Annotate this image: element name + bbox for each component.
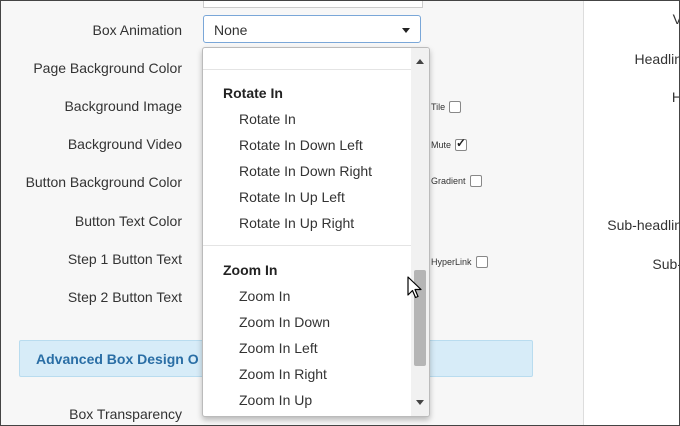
tile-checkbox[interactable] xyxy=(449,101,462,113)
gradient-label: Gradient xyxy=(431,176,466,186)
group-zoom-in: Zoom In xyxy=(223,262,278,278)
dropdown-separator xyxy=(203,245,411,246)
page-bg-color-label: Page Background Color xyxy=(33,60,182,76)
tile-option: Tile xyxy=(431,101,462,113)
option-zoom-in-left[interactable]: Zoom In Left xyxy=(239,340,318,356)
box-animation-label: Box Animation xyxy=(92,22,183,38)
option-rotate-in-down-left[interactable]: Rotate In Down Left xyxy=(239,137,363,153)
bg-image-label: Background Image xyxy=(64,98,182,114)
bg-video-label: Background Video xyxy=(67,136,182,152)
dropdown-options: Rotate In Rotate In Rotate In Down Left … xyxy=(203,48,411,416)
option-rotate-in-up-left[interactable]: Rotate In Up Left xyxy=(239,189,345,205)
hyperlink-checkbox[interactable] xyxy=(475,256,488,268)
mute-label: Mute xyxy=(431,140,452,150)
tile-label: Tile xyxy=(431,102,446,112)
right-label-2: H xyxy=(672,89,679,105)
app-frame: Box Animation None Page Background Color… xyxy=(0,0,680,426)
advanced-section-title: Advanced Box Design O xyxy=(36,351,199,367)
animation-dropdown-list[interactable]: Rotate In Rotate In Rotate In Down Left … xyxy=(202,47,430,417)
step2-button-text-label: Step 2 Button Text xyxy=(67,289,182,305)
option-zoom-in-right[interactable]: Zoom In Right xyxy=(239,366,327,382)
option-rotate-in[interactable]: Rotate In xyxy=(239,111,296,127)
right-panel: V Headlin H Sub-headlin Sub- xyxy=(583,1,680,425)
scroll-up-icon[interactable] xyxy=(416,59,424,64)
group-rotate-in: Rotate In xyxy=(223,85,283,101)
option-zoom-in[interactable]: Zoom In xyxy=(239,288,290,304)
right-label-0: V xyxy=(673,11,679,27)
option-zoom-in-up[interactable]: Zoom In Up xyxy=(239,392,312,408)
gradient-checkbox[interactable] xyxy=(469,175,482,187)
mouse-pointer-icon xyxy=(407,276,423,305)
button-text-color-label: Button Text Color xyxy=(74,213,182,229)
mute-option: Mute xyxy=(431,136,468,151)
dropdown-separator xyxy=(203,69,411,70)
scroll-down-icon[interactable] xyxy=(416,400,424,405)
box-animation-value: None xyxy=(214,22,248,38)
option-rotate-in-down-right[interactable]: Rotate In Down Right xyxy=(239,163,372,179)
option-zoom-in-down[interactable]: Zoom In Down xyxy=(239,314,330,330)
right-label-3: Sub-headlin xyxy=(607,217,680,233)
caret-down-icon xyxy=(402,28,410,33)
mute-checkbox[interactable] xyxy=(455,136,468,151)
hyperlink-option: HyperLink xyxy=(431,256,488,268)
gradient-option: Gradient xyxy=(431,175,482,187)
dropdown-scrollbar[interactable] xyxy=(411,48,429,416)
hyperlink-label: HyperLink xyxy=(431,257,472,267)
box-animation-select[interactable]: None xyxy=(203,15,421,43)
right-label-4: Sub- xyxy=(652,256,680,272)
option-rotate-in-up-right[interactable]: Rotate In Up Right xyxy=(239,215,354,231)
button-bg-color-label: Button Background Color xyxy=(25,174,182,190)
box-transparency-label: Box Transparency xyxy=(69,406,182,422)
right-label-1: Headlin xyxy=(634,51,680,67)
step1-button-text-label: Step 1 Button Text xyxy=(67,251,182,267)
top-input-field[interactable] xyxy=(203,1,423,8)
